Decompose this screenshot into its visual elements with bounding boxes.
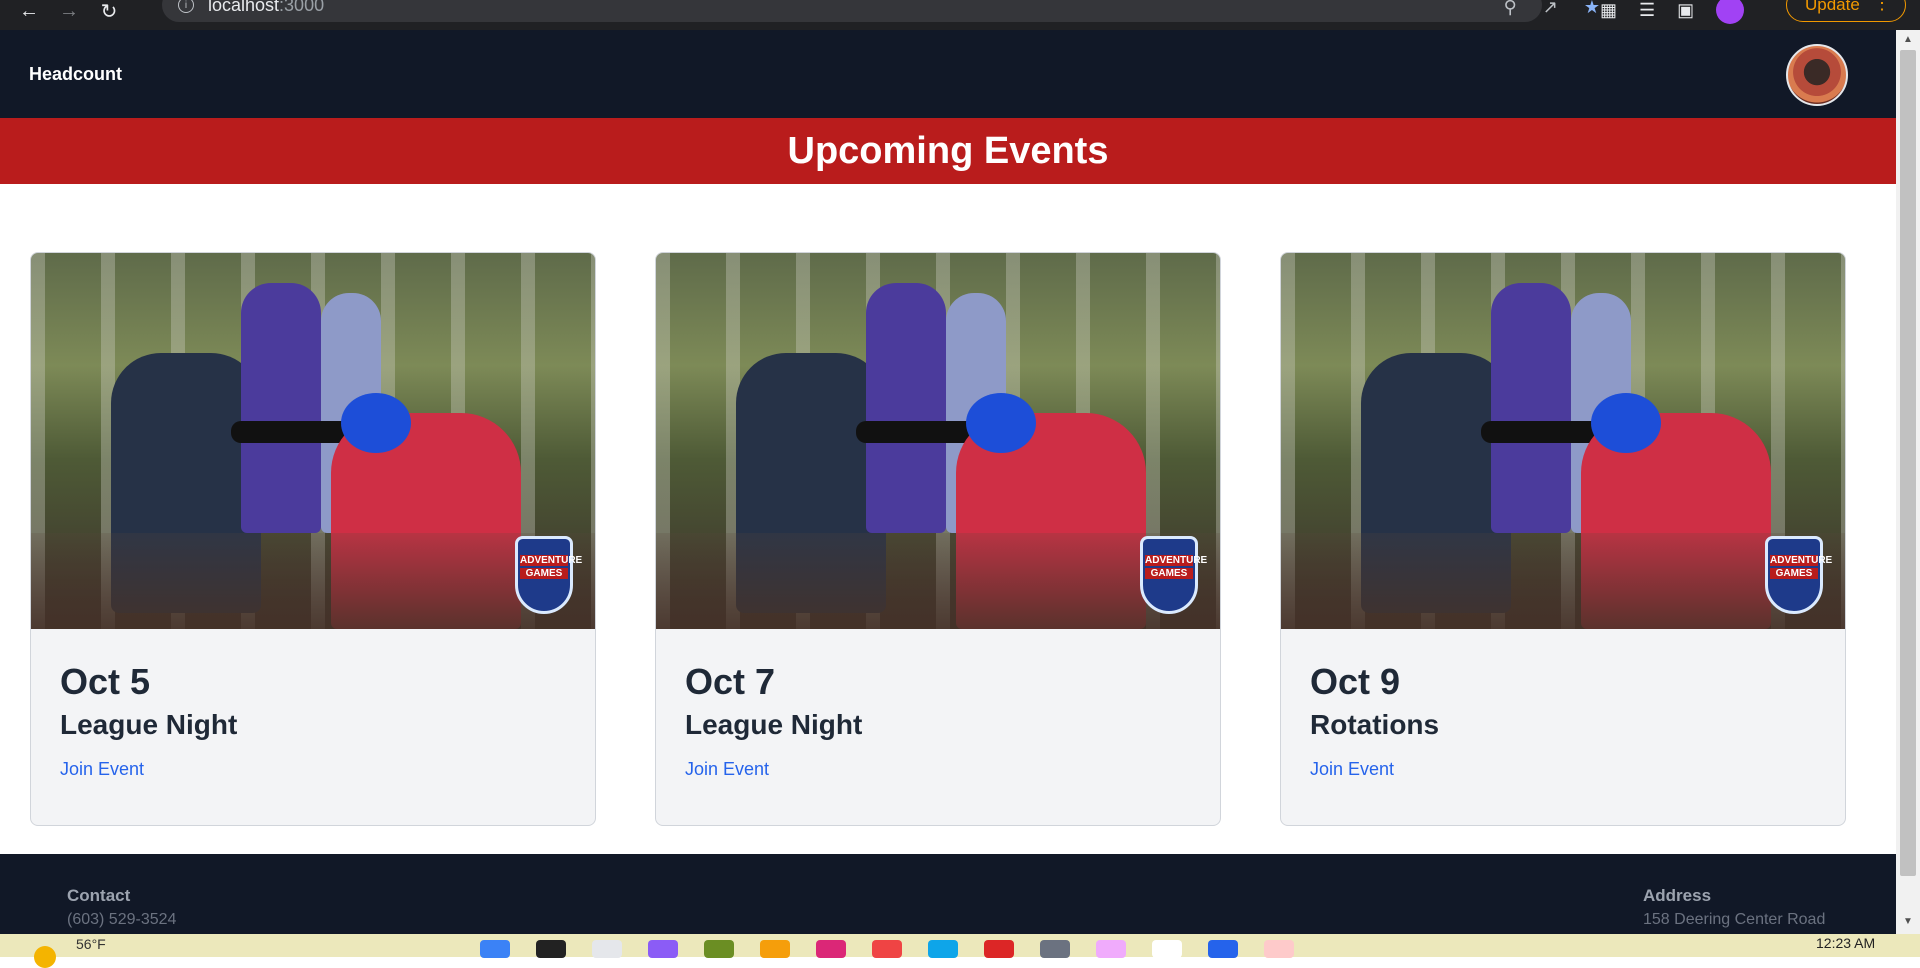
weather-icon[interactable]	[34, 946, 56, 968]
page-banner: Upcoming Events	[0, 118, 1896, 184]
reload-icon[interactable]: ↻	[96, 0, 122, 23]
page-scrollbar[interactable]: ▲ ▼	[1896, 30, 1920, 934]
browser-profile-avatar[interactable]	[1716, 0, 1745, 24]
url-host: localhost	[208, 0, 280, 15]
event-image: ADVENTURE GAMES	[1281, 253, 1845, 629]
app-icon[interactable]	[1096, 940, 1126, 958]
app-icon[interactable]	[1040, 940, 1070, 958]
side-panel-icon[interactable]: ▣	[1677, 0, 1694, 21]
user-avatar[interactable]	[1786, 44, 1848, 106]
footer-contact: Contact (603) 529-3524	[67, 886, 176, 929]
os-taskbar: 56°F 12:23 AM	[0, 934, 1920, 968]
events-grid: ADVENTURE GAMES Oct 5 League Night Join E…	[0, 184, 1896, 854]
event-title: League Night	[685, 709, 863, 740]
contact-phone: (603) 529-3524	[67, 911, 177, 928]
start-windows-icon[interactable]	[480, 940, 510, 958]
address-heading: Address	[1643, 886, 1712, 905]
browser-nav-buttons: ← → ↻	[16, 0, 136, 23]
site-footer: Contact (603) 529-3524 Address 158 Deeri…	[0, 854, 1896, 934]
share-icon[interactable]: ↗	[1543, 0, 1558, 18]
weather-temp[interactable]: 56°F	[76, 936, 106, 952]
event-card-body: Oct 5 League Night Join Event	[60, 629, 237, 780]
url-port: :3000	[279, 0, 325, 15]
brand-logo[interactable]: Headcount	[29, 64, 122, 85]
event-date: Oct 7	[685, 661, 776, 702]
browser-update-button[interactable]: Update ⋮	[1786, 0, 1906, 22]
app-icon[interactable]	[872, 940, 902, 958]
browser-toolbar: ← → ↻ i localhost:3000 ⚲ ↗ ★ ▦ ☰ ▣ Updat…	[0, 0, 1920, 30]
extensions-puzzle-icon[interactable]: ▦	[1600, 0, 1617, 21]
event-date: Oct 9	[1310, 661, 1401, 702]
zoom-icon[interactable]: ⚲	[1504, 0, 1517, 18]
event-card-body: Oct 7 League Night Join Event	[685, 629, 862, 780]
app-icon[interactable]	[816, 940, 846, 958]
app-navbar: Headcount	[0, 30, 1896, 118]
event-card: ADVENTURE GAMES Oct 9 Rotations Join Even…	[1280, 252, 1846, 826]
footer-address: Address 158 Deering Center Road	[1643, 886, 1825, 929]
media-control-icon[interactable]: ☰	[1639, 0, 1655, 21]
back-arrow-icon[interactable]: ←	[16, 0, 42, 22]
adventure-games-badge-logo: ADVENTURE GAMES	[515, 536, 582, 614]
scroll-down-arrow-icon[interactable]: ▼	[1903, 916, 1913, 927]
update-label: Update	[1805, 0, 1860, 14]
join-event-link[interactable]: Join Event	[1310, 759, 1394, 780]
address-bar[interactable]: i localhost:3000	[162, 0, 1542, 22]
forward-arrow-icon[interactable]: →	[56, 0, 82, 22]
app-icon[interactable]	[1264, 940, 1294, 958]
event-date: Oct 5	[60, 661, 151, 702]
event-card: ADVENTURE GAMES Oct 5 League Night Join E…	[30, 252, 596, 826]
extension-icons: ▦ ☰ ▣	[1600, 0, 1745, 24]
event-image: ADVENTURE GAMES	[31, 253, 595, 629]
vscode-icon[interactable]	[1208, 940, 1238, 958]
app-icon[interactable]	[928, 940, 958, 958]
chrome-icon[interactable]	[1152, 940, 1182, 958]
page-title: Upcoming Events	[787, 130, 1109, 172]
mail-icon[interactable]	[984, 940, 1014, 958]
event-title: Rotations	[1310, 709, 1440, 740]
event-image: ADVENTURE GAMES	[656, 253, 1220, 629]
adventure-games-badge-logo: ADVENTURE GAMES	[1140, 536, 1207, 614]
scroll-thumb[interactable]	[1900, 50, 1916, 876]
app-icon[interactable]	[704, 940, 734, 958]
event-card: ADVENTURE GAMES Oct 7 League Night Join E…	[655, 252, 1221, 826]
bookmark-star-icon[interactable]: ★	[1584, 0, 1600, 18]
scroll-up-arrow-icon[interactable]: ▲	[1903, 34, 1913, 45]
join-event-link[interactable]: Join Event	[60, 759, 144, 780]
app-icon[interactable]	[648, 940, 678, 958]
file-icon[interactable]	[592, 940, 622, 958]
folder-icon[interactable]	[760, 940, 790, 958]
search-icon[interactable]	[536, 940, 566, 958]
event-title: League Night	[60, 709, 238, 740]
address-line: 158 Deering Center Road	[1643, 911, 1826, 928]
taskbar-clock[interactable]: 12:23 AM	[1816, 935, 1875, 951]
browser-menu-icon[interactable]: ⋮	[1873, 0, 1891, 14]
contact-heading: Contact	[67, 886, 131, 905]
site-info-icon[interactable]: i	[178, 0, 194, 13]
adventure-games-badge-logo: ADVENTURE GAMES	[1765, 536, 1832, 614]
join-event-link[interactable]: Join Event	[685, 759, 769, 780]
address-bar-actions: ⚲ ↗ ★	[1504, 0, 1600, 18]
taskbar-apps	[480, 940, 1294, 958]
event-card-body: Oct 9 Rotations Join Event	[1310, 629, 1439, 780]
